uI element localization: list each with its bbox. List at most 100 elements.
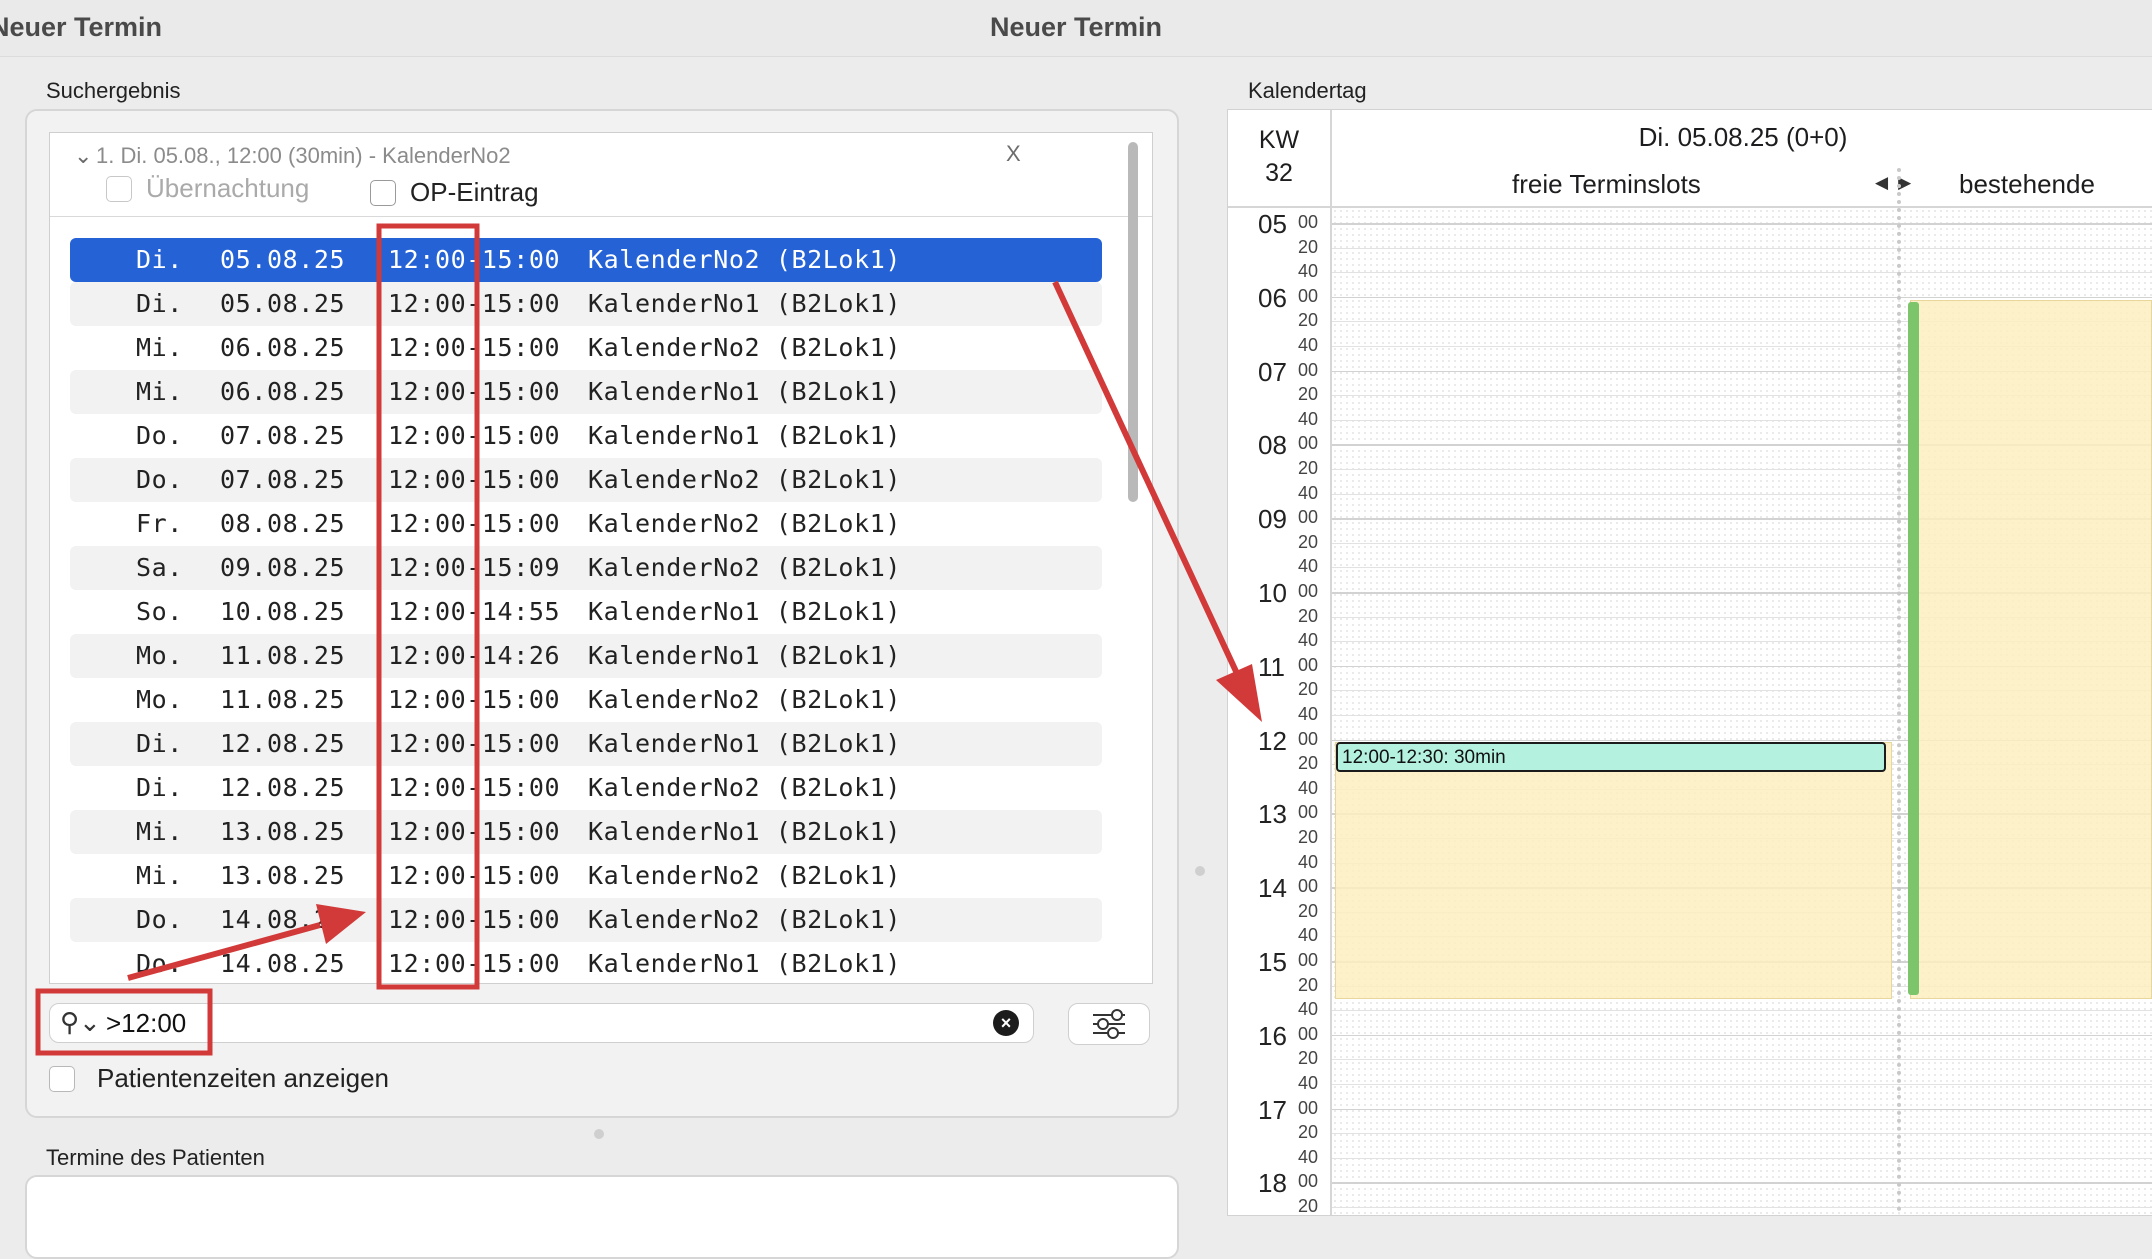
result-date: 06.08.25: [220, 333, 346, 362]
result-date: 12.08.25: [220, 773, 346, 802]
result-row[interactable]: Di. 05.08.25 12:00-15:00 KalenderNo2 (B2Lok…: [70, 238, 1102, 282]
result-calendar: KalenderNo1 (B2Lok1): [588, 949, 902, 978]
result-calendar: KalenderNo1 (B2Lok1): [588, 641, 902, 670]
clear-search-icon[interactable]: ×: [993, 1010, 1019, 1036]
chevron-down-icon[interactable]: ⌄: [74, 143, 96, 169]
result-row[interactable]: Mi. 06.08.25 12:00-15:00 KalenderNo2 (B2Lok…: [70, 326, 1102, 370]
result-time: 12:00-15:00: [388, 245, 561, 274]
checkbox-box[interactable]: [370, 179, 396, 206]
result-row[interactable]: Do. 14.08.25 12:00-15:00 KalenderNo2 (B2Lok…: [70, 898, 1102, 942]
hour-label: 15: [1258, 947, 1287, 977]
hour-label: 13: [1258, 799, 1287, 830]
hour-label: 08: [1258, 430, 1287, 461]
minute-label: 20: [1298, 236, 1319, 257]
result-row[interactable]: Mi. 13.08.25 12:00-15:00 KalenderNo1 (B2Lok…: [70, 810, 1102, 854]
search-query[interactable]: >12:00: [106, 1008, 186, 1039]
hour-label: 14: [1258, 873, 1287, 904]
result-day: Di.: [136, 289, 183, 318]
column-divider: [1897, 168, 1901, 1215]
result-day: Do.: [136, 905, 183, 934]
checkbox-box[interactable]: [49, 1065, 75, 1092]
show-patient-times-checkbox[interactable]: Patientenzeiten anzeigen: [49, 1063, 389, 1094]
overnight-checkbox[interactable]: Übernachtung: [106, 173, 309, 204]
existing-appointment-block[interactable]: [1910, 300, 2152, 999]
minute-label: 00: [1298, 728, 1319, 749]
result-date: 07.08.25: [220, 465, 346, 494]
result-calendar: KalenderNo2 (B2Lok1): [588, 553, 902, 582]
result-row[interactable]: Fr. 08.08.25 12:00-15:00 KalenderNo2 (B2Lok…: [70, 502, 1102, 546]
minute-label: 20: [1298, 531, 1319, 552]
result-row[interactable]: Di. 12.08.25 12:00-15:00 KalenderNo1 (B2Lok…: [70, 722, 1102, 766]
minute-label: 00: [1298, 1171, 1319, 1192]
result-rows: Di. 05.08.25 12:00-15:00 KalenderNo2 (B2Lok…: [70, 238, 1102, 983]
existing-column-title: bestehende: [1959, 169, 2095, 199]
result-group-header[interactable]: ⌄ 1. Di. 05.08., 12:00 (30min) - Kalender…: [74, 143, 511, 169]
selected-slot[interactable]: 12:00-12:30: 30min: [1336, 742, 1886, 772]
result-calendar: KalenderNo2 (B2Lok1): [588, 245, 902, 274]
minute-label: 40: [1298, 1073, 1319, 1093]
results-scrollbar[interactable]: [1125, 138, 1141, 974]
result-row[interactable]: Mi. 13.08.25 12:00-15:00 KalenderNo2 (B2Lok…: [70, 854, 1102, 898]
minute-label: 20: [1298, 827, 1319, 847]
hour-label: 12: [1258, 725, 1287, 756]
minute-label: 00: [1298, 433, 1319, 454]
result-date: 08.08.25: [220, 509, 346, 538]
close-group-button[interactable]: X: [1006, 141, 1021, 167]
result-row[interactable]: Mi. 06.08.25 12:00-15:00 KalenderNo1 (B2Lok…: [70, 370, 1102, 414]
result-date: 09.08.25: [220, 553, 346, 582]
minute-label: 00: [1298, 212, 1319, 232]
result-day: Mo.: [136, 685, 183, 714]
result-calendar: KalenderNo1 (B2Lok1): [588, 421, 902, 450]
minute-label: 40: [1298, 851, 1319, 872]
result-day: Sa.: [136, 553, 183, 582]
result-date: 11.08.25: [220, 685, 346, 714]
result-time: 12:00-15:00: [388, 465, 561, 494]
minute-label: 00: [1298, 802, 1319, 823]
result-row[interactable]: So. 10.08.25 12:00-14:55 KalenderNo1 (B2Lok…: [70, 590, 1102, 634]
result-day: Mi.: [136, 817, 183, 846]
result-row[interactable]: Do. 07.08.25 12:00-15:00 KalenderNo2 (B2Lok…: [70, 458, 1102, 502]
result-time: 12:00-15:00: [388, 685, 561, 714]
result-day: Mo.: [136, 641, 183, 670]
result-row[interactable]: Do. 07.08.25 12:00-15:00 KalenderNo1 (B2Lok…: [70, 414, 1102, 458]
result-time: 12:00-15:09: [388, 553, 561, 582]
minute-label: 20: [1298, 679, 1319, 700]
checkbox-box[interactable]: [106, 175, 132, 202]
results-list[interactable]: ⌄ 1. Di. 05.08., 12:00 (30min) - Kalender…: [49, 132, 1153, 984]
free-slot-block[interactable]: [1335, 742, 1892, 999]
result-row[interactable]: Mo. 11.08.25 12:00-14:26 KalenderNo1 (B2Lok…: [70, 634, 1102, 678]
minute-label: 40: [1298, 482, 1319, 503]
calendar-day-view[interactable]: KW 32 Di. 05.08.25 (0+0) freie Terminslot…: [1227, 109, 2152, 1216]
result-calendar: KalenderNo2 (B2Lok1): [588, 685, 902, 714]
result-time: 12:00-15:00: [388, 509, 561, 538]
hour-label: 11: [1258, 651, 1285, 682]
filter-settings-button[interactable]: [1068, 1003, 1150, 1045]
result-row[interactable]: Mo. 11.08.25 12:00-15:00 KalenderNo2 (B2Lok…: [70, 678, 1102, 722]
result-row[interactable]: Sa. 09.08.25 12:00-15:09 KalenderNo2 (B2Lok…: [70, 546, 1102, 590]
result-day: Mi.: [136, 333, 183, 362]
result-calendar: KalenderNo1 (B2Lok1): [588, 597, 902, 626]
minute-label: 20: [1298, 974, 1319, 995]
result-row[interactable]: Di. 12.08.25 12:00-15:00 KalenderNo2 (B2Lok…: [70, 766, 1102, 810]
search-input[interactable]: ⚲⌄ >12:00 ×: [49, 1003, 1034, 1043]
op-entry-checkbox[interactable]: OP-Eintrag: [370, 177, 539, 208]
splitter-handle[interactable]: [594, 1129, 604, 1139]
result-date: 14.08.25: [220, 905, 346, 934]
result-date: 11.08.25: [220, 641, 346, 670]
minute-label: 20: [1298, 310, 1319, 331]
patient-appointments-panel: [25, 1175, 1179, 1259]
result-row[interactable]: Di. 05.08.25 12:00-15:00 KalenderNo1 (B2Lok…: [70, 282, 1102, 326]
result-calendar: KalenderNo2 (B2Lok1): [588, 905, 902, 934]
result-time: 12:00-15:00: [388, 773, 561, 802]
result-day: Di.: [136, 773, 183, 802]
header-divider: [50, 216, 1152, 217]
minute-label: 00: [1298, 654, 1319, 675]
result-day: Mi.: [136, 861, 183, 890]
minute-label: 20: [1298, 605, 1319, 626]
search-icon[interactable]: ⚲⌄: [60, 1007, 101, 1038]
result-row[interactable]: Do. 14.08.25 12:00-15:00 KalenderNo1 (B2Lok…: [70, 942, 1102, 983]
splitter-handle[interactable]: [1195, 866, 1205, 876]
result-day: Fr.: [136, 509, 183, 538]
scroll-thumb[interactable]: [1128, 142, 1138, 502]
minute-label: 00: [1298, 285, 1319, 306]
